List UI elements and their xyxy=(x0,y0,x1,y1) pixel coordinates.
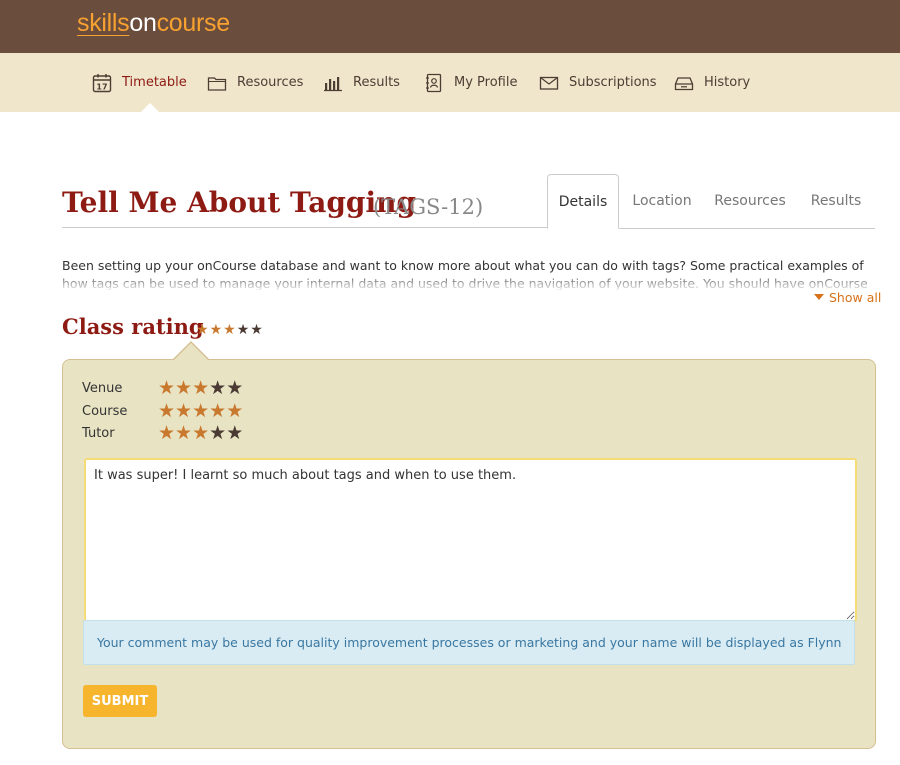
star-filled-icon[interactable]: ★ xyxy=(192,377,209,399)
tab-resources[interactable]: Resources xyxy=(710,174,790,227)
show-all-link[interactable]: Show all xyxy=(814,290,881,305)
star-filled-icon[interactable]: ★ xyxy=(158,422,175,444)
star-filled-icon[interactable]: ★ xyxy=(175,400,192,422)
tab-label-results: Results xyxy=(810,192,862,209)
tab-label-details: Details xyxy=(558,193,608,210)
nav-item-history[interactable]: History xyxy=(674,53,750,112)
course-heading: Tell Me About Tagging (TAGS-12) xyxy=(62,186,548,228)
star-filled-icon[interactable]: ★ xyxy=(158,377,175,399)
nav-item-resources[interactable]: Resources xyxy=(207,53,303,112)
top-header-bar: skillsoncourse xyxy=(0,0,900,53)
tab-label-location: Location xyxy=(632,192,692,209)
nav-label-results: Results xyxy=(353,75,400,90)
show-all-label: Show all xyxy=(829,290,882,305)
venue-star-rating[interactable]: ★★★★★ xyxy=(158,378,243,398)
comment-textarea[interactable]: It was super! I learnt so much about tag… xyxy=(84,458,857,622)
rating-row-course: Course ★★★★★ xyxy=(82,400,243,422)
class-rating-title: Class rating xyxy=(62,314,204,339)
envelope-icon xyxy=(539,73,559,93)
tab-location[interactable]: Location xyxy=(627,174,697,227)
nav-active-pointer xyxy=(141,103,159,112)
comment-usage-notice: Your comment may be used for quality imp… xyxy=(83,620,855,665)
star-filled-icon[interactable]: ★ xyxy=(192,400,209,422)
nav-label-history: History xyxy=(704,75,751,90)
tab-details[interactable]: Details xyxy=(547,174,619,229)
rating-label-tutor: Tutor xyxy=(82,425,115,441)
course-star-rating[interactable]: ★★★★★ xyxy=(158,401,243,421)
skillsoncourse-logo[interactable]: skillsoncourse xyxy=(77,9,230,38)
bar-chart-icon xyxy=(323,73,343,93)
tutor-star-rating[interactable]: ★★★★★ xyxy=(158,423,243,443)
logo-part-on: on xyxy=(129,9,157,37)
archive-icon xyxy=(674,73,694,93)
submit-button[interactable]: SUBMIT xyxy=(83,685,157,717)
nav-item-my-profile[interactable]: My Profile xyxy=(424,53,517,112)
star-filled-icon: ★ xyxy=(196,322,210,338)
description-fade xyxy=(62,276,877,292)
nav-item-subscriptions[interactable]: Subscriptions xyxy=(539,53,657,112)
star-filled-icon[interactable]: ★ xyxy=(175,422,192,444)
logo-part-course: course xyxy=(156,9,231,37)
nav-item-results[interactable]: Results xyxy=(323,53,400,112)
overall-rating-stars: ★★★★★ xyxy=(196,322,264,338)
folder-icon xyxy=(207,73,227,93)
tab-label-resources: Resources xyxy=(714,192,786,209)
course-code: (TAGS-12) xyxy=(373,195,484,219)
star-empty-icon[interactable]: ★ xyxy=(209,422,226,444)
nav-label-resources: Resources xyxy=(237,75,304,90)
rating-row-tutor: Tutor ★★★★★ xyxy=(82,422,243,444)
rating-row-venue: Venue ★★★★★ xyxy=(82,377,243,399)
address-book-icon xyxy=(424,73,444,93)
nav-label-my-profile: My Profile xyxy=(454,75,518,90)
star-filled-icon[interactable]: ★ xyxy=(158,400,175,422)
star-filled-icon[interactable]: ★ xyxy=(226,400,243,422)
star-empty-icon[interactable]: ★ xyxy=(226,422,243,444)
star-filled-icon[interactable]: ★ xyxy=(175,377,192,399)
star-empty-icon[interactable]: ★ xyxy=(209,377,226,399)
star-empty-icon: ★ xyxy=(250,322,264,338)
star-empty-icon: ★ xyxy=(236,322,251,338)
star-filled-icon: ★ xyxy=(209,322,224,338)
course-tabs: Details Location Resources Results xyxy=(547,174,875,229)
rating-label-venue: Venue xyxy=(82,380,123,396)
main-nav: 17 Timetable Resources Results My Profil… xyxy=(0,53,900,112)
nav-item-timetable[interactable]: 17 Timetable xyxy=(92,53,187,112)
nav-label-timetable: Timetable xyxy=(122,75,187,90)
star-empty-icon[interactable]: ★ xyxy=(226,377,243,399)
star-filled-icon[interactable]: ★ xyxy=(192,422,209,444)
star-filled-icon: ★ xyxy=(223,322,237,338)
logo-part-skills: skills xyxy=(77,9,130,37)
svg-text:17: 17 xyxy=(96,82,107,91)
rating-label-course: Course xyxy=(82,403,128,419)
course-title: Tell Me About Tagging xyxy=(62,186,417,219)
chevron-down-icon xyxy=(814,294,824,300)
calendar-icon: 17 xyxy=(92,73,112,93)
nav-label-subscriptions: Subscriptions xyxy=(569,75,657,90)
panel-pointer xyxy=(173,343,209,361)
star-filled-icon[interactable]: ★ xyxy=(209,400,226,422)
tab-results[interactable]: Results xyxy=(806,174,866,227)
